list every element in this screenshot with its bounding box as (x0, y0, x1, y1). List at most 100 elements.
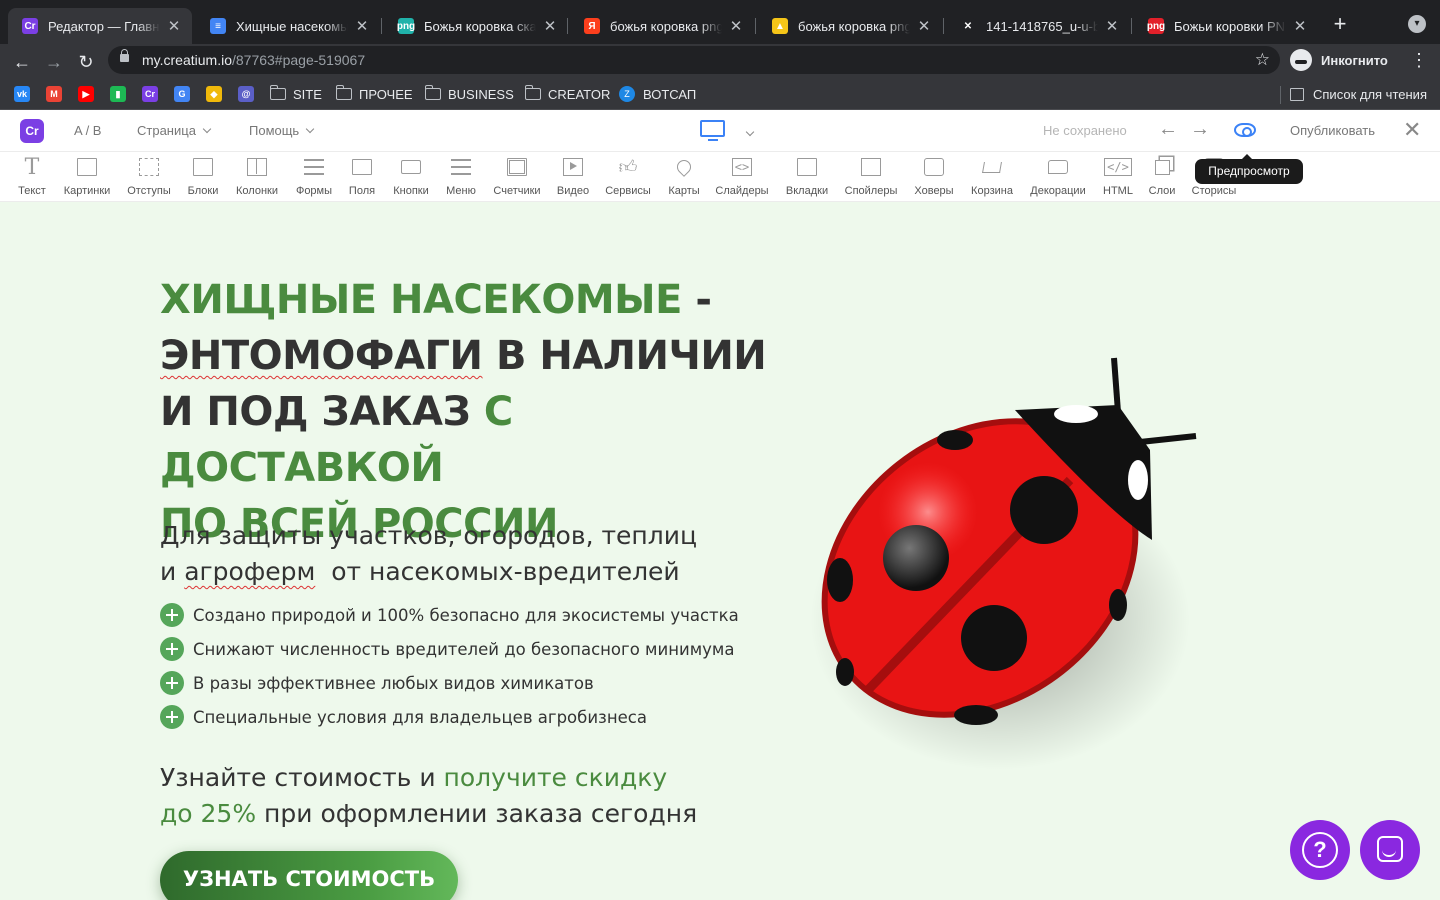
text-icon: T (24, 154, 40, 180)
benefit-item[interactable]: Специальные условия для владельцев агроб… (160, 700, 739, 734)
browser-tab[interactable]: ▲ божья коровка png: 3 ✕ (758, 8, 942, 44)
benefit-item[interactable]: Снижают численность вредителей до безопа… (160, 632, 739, 666)
close-editor-icon[interactable]: ✕ (1403, 117, 1421, 143)
address-bar[interactable]: my.creatium.io/87763#page-519067 ☆ (108, 46, 1280, 74)
tab-favicon-icon: png (397, 18, 415, 34)
tool-layers[interactable]: Слои (1132, 156, 1192, 197)
bookmark-folder-site[interactable]: SITE (269, 84, 322, 104)
desktop-view-icon[interactable] (700, 120, 725, 141)
device-chevron-down-icon[interactable] (745, 125, 755, 143)
binance-icon[interactable]: ◆ (206, 86, 222, 102)
menu-icon (450, 156, 472, 178)
tool-hover[interactable]: Ховеры (904, 156, 964, 197)
benefit-text: В разы эффективнее любых видов химикатов (193, 673, 594, 693)
browser-tab[interactable]: ✕ 141-1418765_u-u-bo ✕ (946, 8, 1130, 44)
bookmark-star-icon[interactable]: ☆ (1255, 50, 1270, 70)
help-widget-button[interactable]: ? (1290, 820, 1350, 880)
incognito-icon (1290, 49, 1312, 71)
gmail-icon[interactable]: M (46, 86, 62, 102)
tool-decoration[interactable]: Декорации (1028, 156, 1088, 197)
tool-cart[interactable]: Корзина (962, 156, 1022, 197)
tab-close-icon[interactable]: ✕ (916, 17, 932, 35)
bookmark-whatsapp[interactable]: Z ВОТСАП (619, 84, 696, 104)
page-menu[interactable]: Страница (137, 123, 212, 138)
creatium-icon[interactable]: Cr (142, 86, 158, 102)
tool-label: Карты (668, 185, 700, 197)
benefit-item[interactable]: В разы эффективнее любых видов химикатов (160, 666, 739, 700)
messenger-icon[interactable]: @ (238, 86, 254, 102)
browser-tab-bar: CrРедактор — Главная✕≡Хищные насекомые✕p… (0, 0, 1440, 44)
incognito-profile[interactable]: Инкогнито (1290, 48, 1388, 72)
tool-menu[interactable]: Меню (431, 156, 491, 197)
folder-icon (524, 85, 541, 100)
tool-spoiler[interactable]: Спойлеры (841, 156, 901, 197)
tab-favicon-icon: Cr (22, 18, 38, 34)
chat-widget-icon[interactable] (1360, 820, 1420, 880)
tab-close-icon[interactable]: ✕ (728, 17, 744, 35)
page-headline[interactable]: Хищные насекомые - энтомофаги в наличии … (160, 272, 800, 552)
bookmark-folder-label: BUSINESS (448, 86, 514, 102)
preview-eye-icon[interactable] (1234, 123, 1256, 137)
tool-label: Отступы (127, 185, 171, 197)
tool-text[interactable]: T Текст (2, 154, 62, 198)
undo-icon[interactable]: ← (1158, 118, 1178, 141)
ladybug-image[interactable] (800, 350, 1220, 770)
stats-icon[interactable]: ▮ (110, 86, 126, 102)
bookmark-folder-other[interactable]: ПРОЧЕЕ (335, 84, 413, 104)
tool-map-pin[interactable]: Карты (654, 156, 714, 197)
subheading-line2-rest: от насекомых-вредителей (315, 557, 680, 586)
headline-underlined-word: энтомофаги (160, 333, 483, 379)
tab-search-icon[interactable]: ▾ (1408, 15, 1426, 33)
new-tab-button[interactable]: + (1330, 12, 1350, 36)
tool-video[interactable]: Видео (543, 156, 603, 197)
tool-tabs[interactable]: Вкладки (777, 156, 837, 197)
tab-separator (381, 18, 382, 34)
browser-tab[interactable]: ≡ Хищные насекомые ✕ (196, 8, 380, 44)
tab-close-icon[interactable]: ✕ (354, 17, 370, 35)
tab-close-icon[interactable]: ✕ (166, 17, 182, 35)
page-menu-label: Страница (137, 123, 196, 138)
discount-offer[interactable]: Узнайте стоимость и получите скидку до 2… (160, 760, 780, 832)
youtube-icon[interactable]: ▶ (78, 86, 94, 102)
publish-button[interactable]: Опубликовать (1290, 123, 1375, 138)
tool-label: Сторисы (1191, 185, 1237, 197)
redo-icon[interactable]: → (1190, 118, 1210, 141)
subheading-underlined-word: агроферм (184, 557, 316, 586)
tool-image[interactable]: Картинки (57, 156, 117, 197)
tab-close-icon[interactable]: ✕ (1292, 17, 1308, 35)
browser-tab[interactable]: png Божья коровка скача ✕ (384, 8, 568, 44)
tab-close-icon[interactable]: ✕ (542, 17, 558, 35)
vk-icon[interactable]: vk (14, 86, 30, 102)
page-subheading[interactable]: Для защиты участков, огородов, теплиц и … (160, 518, 760, 590)
ab-test-button[interactable]: A / B (74, 123, 101, 138)
tool-slider[interactable]: <> Слайдеры (712, 156, 772, 197)
tab-title: Хищные насекомые (236, 18, 348, 34)
translate-icon[interactable]: G (174, 86, 190, 102)
block-icon (192, 156, 214, 178)
bookmark-folder-label: CREATOR (548, 86, 611, 102)
reading-list-button[interactable]: Список для чтения (1290, 84, 1427, 104)
tool-block[interactable]: Блоки (173, 156, 233, 197)
tool-columns[interactable]: Колонки (227, 156, 287, 197)
browser-tab[interactable]: Cr Редактор — Главная ✕ (8, 8, 192, 44)
forward-icon[interactable]: → (42, 50, 66, 74)
tab-favicon-icon: Я (584, 18, 600, 34)
tab-close-icon[interactable]: ✕ (1104, 17, 1120, 35)
tool-thumbs-up[interactable]: 👍︎ Сервисы (598, 156, 658, 197)
creatium-logo-icon[interactable]: Cr (20, 119, 44, 143)
get-price-button[interactable]: Узнать стоимость (160, 851, 458, 900)
tool-counter[interactable]: Счетчики (487, 156, 547, 197)
tool-label: Поля (348, 185, 376, 197)
bookmark-folder-business[interactable]: BUSINESS (424, 84, 514, 104)
layers-icon (1151, 156, 1173, 178)
incognito-label: Инкогнито (1321, 52, 1388, 68)
browser-tab[interactable]: Ябожья коровка png - ✕ (570, 8, 754, 44)
browser-tab[interactable]: png Божьи коровки PNG ✕ (1134, 8, 1318, 44)
bookmark-folder-creator[interactable]: CREATOR (524, 84, 611, 104)
back-icon[interactable]: ← (10, 50, 34, 74)
reload-icon[interactable]: ↻ (74, 50, 98, 74)
help-menu[interactable]: Помощь (249, 123, 315, 138)
tool-padding[interactable]: Отступы (119, 156, 179, 197)
browser-menu-icon[interactable]: ⋮ (1410, 48, 1428, 72)
benefit-item[interactable]: Создано природой и 100% безопасно для эк… (160, 598, 739, 632)
